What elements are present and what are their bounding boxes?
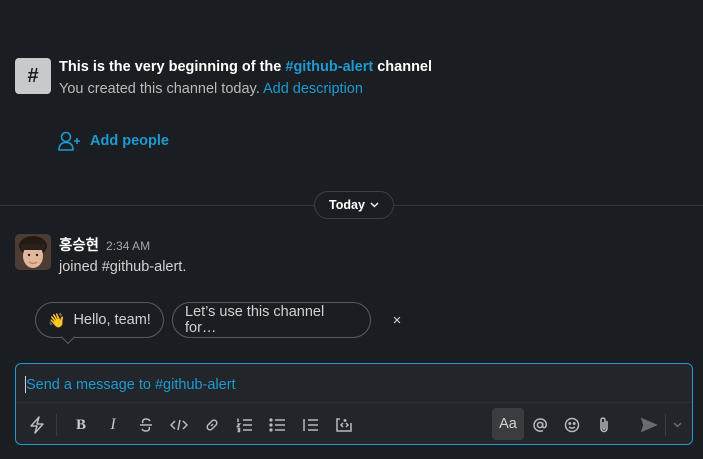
intro-title: This is the very beginning of the #githu… <box>59 58 432 76</box>
bulleted-list-button[interactable] <box>265 412 291 438</box>
intro-sub-text: You created this channel today. <box>59 81 263 97</box>
strikethrough-button[interactable] <box>133 412 159 438</box>
blockquote-button[interactable] <box>298 412 324 438</box>
date-label: Today <box>329 198 365 212</box>
code-block-button[interactable] <box>331 412 357 438</box>
intro-subtitle: You created this channel today. Add desc… <box>59 79 432 99</box>
blockquote-icon <box>303 419 318 431</box>
link-button[interactable] <box>199 412 225 438</box>
intro-text: This is the very beginning of the #githu… <box>59 58 432 99</box>
hash-icon: # <box>15 58 51 94</box>
emoji-icon <box>564 417 580 433</box>
italic-button[interactable]: I <box>100 412 126 438</box>
mention-icon <box>533 418 547 432</box>
format-toggle-button[interactable]: Aa <box>492 408 524 440</box>
message-timestamp[interactable]: 2:34 AM <box>106 239 150 253</box>
shortcuts-button[interactable] <box>24 412 50 438</box>
add-person-icon <box>58 131 80 151</box>
message-text: joined #github-alert. <box>59 259 187 275</box>
code-icon <box>170 419 188 431</box>
suggestion-chip-hello[interactable]: 👋 Hello, team! <box>35 302 164 338</box>
text-caret <box>25 376 26 393</box>
channel-view: # This is the very beginning of the #git… <box>0 0 703 459</box>
bold-button[interactable]: B <box>68 412 94 438</box>
channel-intro: # This is the very beginning of the #git… <box>15 58 432 99</box>
intro-title-prefix: This is the very beginning of the <box>59 59 286 75</box>
bold-icon: B <box>75 416 86 433</box>
send-icon <box>640 417 658 433</box>
suggestion-chip-label: Hello, team! <box>73 312 151 328</box>
message-composer: B I Aa <box>15 363 693 445</box>
avatar-photo <box>15 234 51 270</box>
ordered-list-icon <box>236 418 252 433</box>
italic-icon: I <box>110 416 116 433</box>
message-header: 홍승현 2:34 AM <box>59 234 186 255</box>
code-button[interactable] <box>166 412 192 438</box>
intro-title-suffix: channel <box>373 59 433 75</box>
add-people-label: Add people <box>90 133 169 149</box>
bulleted-list-icon <box>269 418 285 432</box>
emoji-button[interactable] <box>559 412 585 438</box>
avatar[interactable] <box>15 234 51 270</box>
message-item: 홍승현 2:34 AM joined #github-alert. <box>15 234 186 275</box>
ordered-list-button[interactable] <box>232 412 258 438</box>
send-button[interactable] <box>636 412 662 438</box>
channel-link[interactable]: #github-alert <box>285 59 373 75</box>
send-options-icon <box>672 422 682 428</box>
send-options-button[interactable] <box>668 412 686 438</box>
mention-button[interactable] <box>527 412 553 438</box>
chevron-down-icon <box>370 202 379 208</box>
link-icon <box>206 419 218 431</box>
shortcuts-icon <box>30 416 44 434</box>
close-suggestions-button[interactable]: × <box>389 311 405 329</box>
attachment-icon <box>600 417 608 433</box>
message-author[interactable]: 홍승현 <box>59 234 99 255</box>
toolbar-separator <box>56 414 57 436</box>
wave-emoji-icon: 👋 <box>48 311 66 328</box>
code-block-icon <box>336 418 352 432</box>
date-divider-button[interactable]: Today <box>314 191 394 219</box>
attachment-button[interactable] <box>591 412 617 438</box>
strikethrough-icon <box>140 418 152 432</box>
suggestion-chip-channel-purpose[interactable]: Let’s use this channel for… <box>172 302 371 338</box>
message-body: 홍승현 2:34 AM joined #github-alert. <box>59 234 186 275</box>
composer-divider <box>16 402 692 403</box>
send-separator <box>665 414 666 436</box>
add-description-link[interactable]: Add description <box>263 81 363 97</box>
add-people-button[interactable]: Add people <box>58 131 169 151</box>
suggestion-chip-label: Let’s use this channel for… <box>185 304 325 336</box>
message-input[interactable] <box>26 374 626 396</box>
